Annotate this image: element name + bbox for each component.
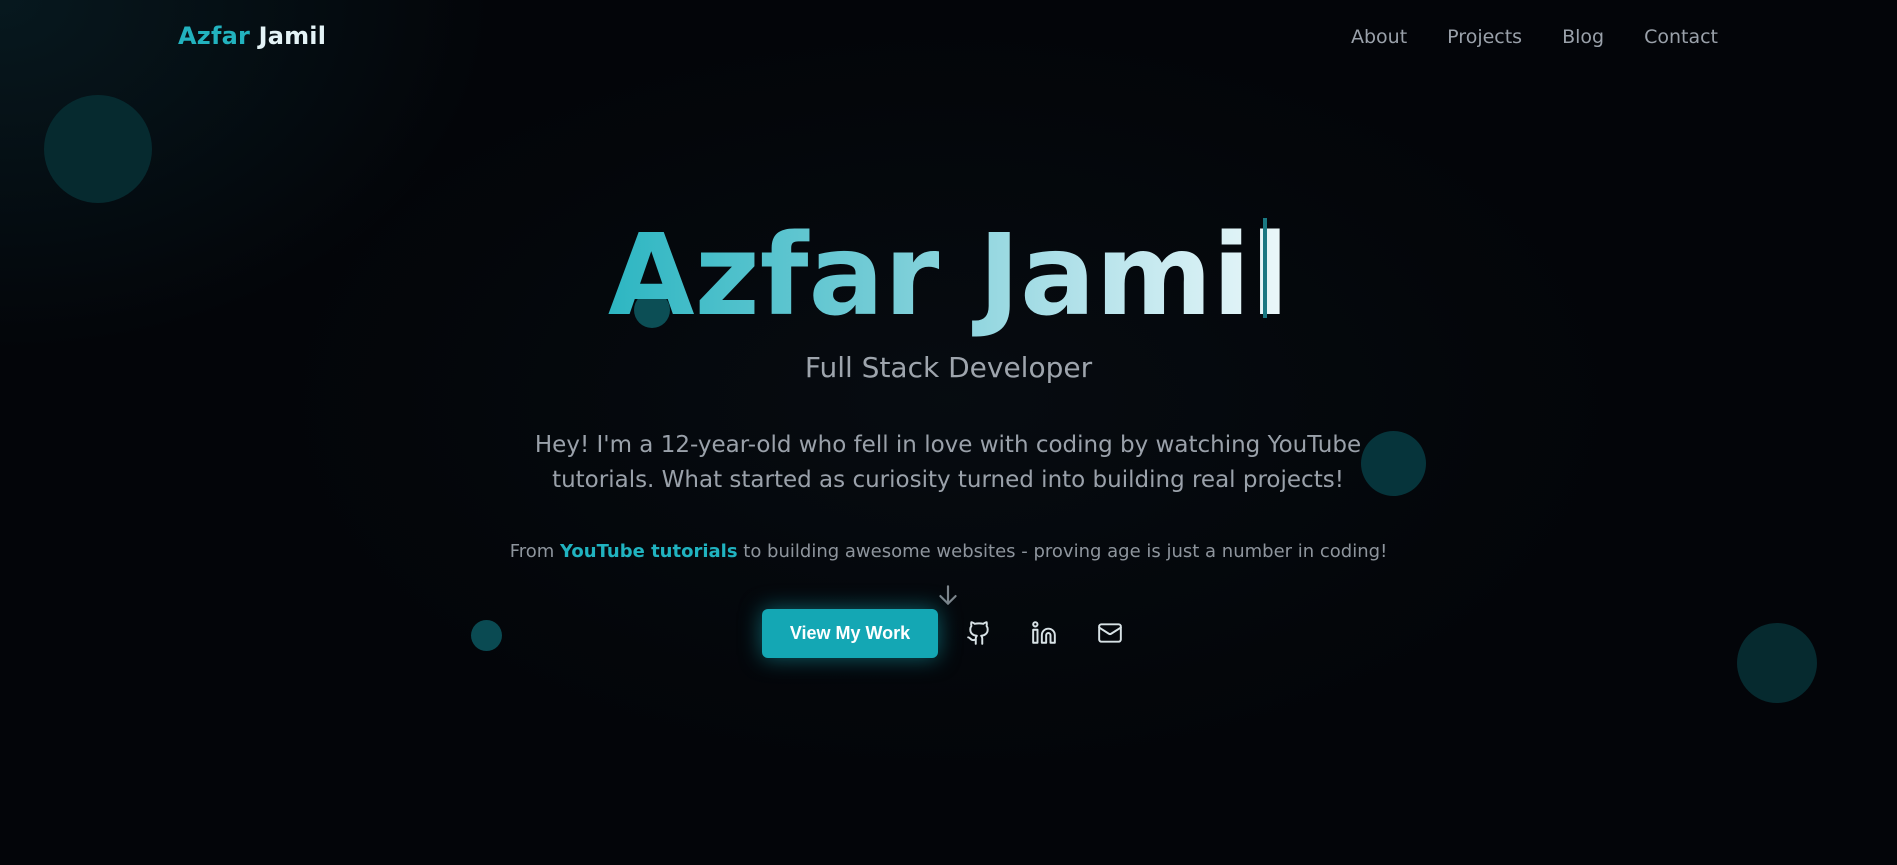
email-link[interactable] bbox=[1097, 620, 1123, 646]
github-icon bbox=[967, 621, 989, 645]
page: Azfar Jamil About Projects Blog Contact … bbox=[0, 0, 1897, 865]
hero-subtitle: Full Stack Developer bbox=[804, 351, 1093, 384]
hero-title-text: Azfar Jamil bbox=[607, 211, 1290, 341]
decorative-blob bbox=[1737, 623, 1817, 703]
tagline-highlight: YouTube tutorials bbox=[560, 541, 738, 562]
github-link[interactable] bbox=[966, 620, 992, 646]
decorative-blob bbox=[44, 95, 152, 203]
linkedin-link[interactable] bbox=[1031, 620, 1057, 646]
arrow-down-icon[interactable] bbox=[935, 582, 961, 608]
top-navigation: Azfar Jamil About Projects Blog Contact bbox=[0, 0, 1897, 76]
decorative-blob bbox=[471, 620, 502, 651]
nav-link-projects[interactable]: Projects bbox=[1447, 26, 1522, 48]
mail-icon bbox=[1098, 623, 1122, 643]
decorative-blob bbox=[1361, 431, 1426, 496]
nav-link-about[interactable]: About bbox=[1351, 26, 1407, 48]
tagline-before: From bbox=[509, 541, 561, 562]
hero-bio: Hey! I'm a 12-year-old who fell in love … bbox=[534, 432, 1362, 493]
logo-last-name: Jamil bbox=[258, 22, 327, 50]
hero-tagline: From YouTube tutorials to building aweso… bbox=[0, 541, 1897, 562]
nav-links: About Projects Blog Contact bbox=[1351, 26, 1718, 48]
typing-cursor bbox=[1263, 218, 1267, 318]
tagline-after: to building awesome websites - proving a… bbox=[737, 541, 1388, 562]
view-my-work-button[interactable]: View My Work bbox=[762, 609, 938, 658]
linkedin-icon bbox=[1032, 621, 1056, 644]
logo-first-name: Azfar bbox=[178, 22, 251, 50]
site-logo[interactable]: Azfar Jamil bbox=[178, 22, 326, 50]
nav-link-contact[interactable]: Contact bbox=[1644, 26, 1718, 48]
hero-title: Azfar Jamil bbox=[0, 212, 1897, 340]
nav-link-blog[interactable]: Blog bbox=[1562, 26, 1604, 48]
